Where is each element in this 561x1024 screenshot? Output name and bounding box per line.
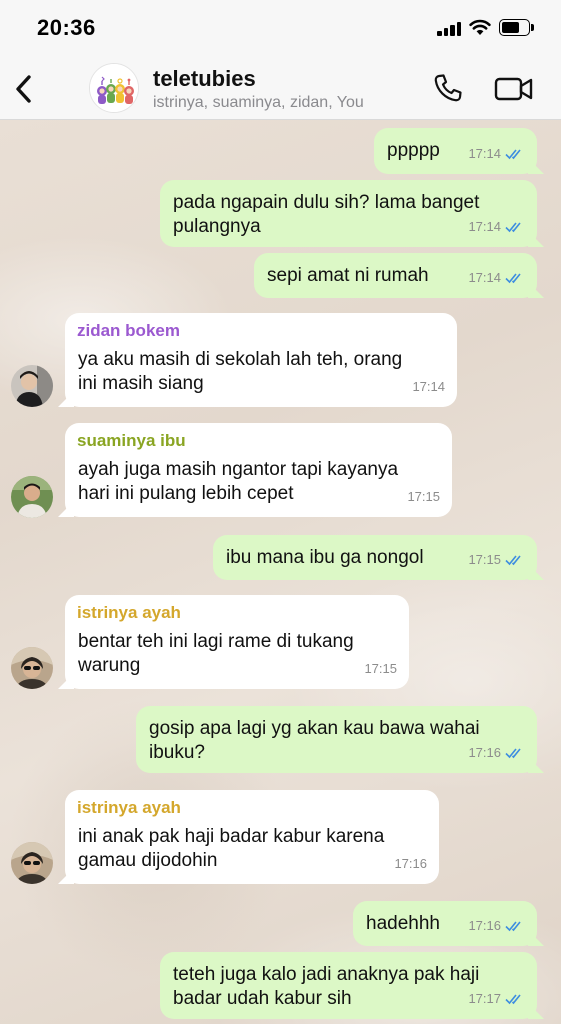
message-time: 17:16	[468, 745, 501, 760]
message-bubble-incoming[interactable]: istrinya ayah bentar teh ini lagi rame d…	[65, 595, 409, 689]
sender-name: istrinya ayah	[77, 603, 181, 622]
message-meta: 17:14	[412, 375, 445, 399]
avatar-suaminya[interactable]	[11, 476, 53, 518]
message-text: ya aku masih di sekolah lah teh, orang i…	[78, 349, 403, 394]
message-meta: 17:17	[468, 987, 525, 1011]
message-time: 17:15	[468, 552, 501, 567]
message-bubble-outgoing[interactable]: teteh juga kalo jadi anaknya pak haji ba…	[160, 952, 537, 1019]
message-meta: 17:14	[468, 215, 525, 239]
message-text: ayah juga masih ngantor tapi kayanya har…	[78, 459, 399, 504]
message-meta: 17:15	[407, 485, 440, 509]
sender-name: istrinya ayah	[77, 798, 181, 817]
status-time: 20:36	[37, 15, 96, 40]
message-bubble-incoming[interactable]: zidan bokem ya aku masih di sekolah lah …	[65, 313, 457, 407]
message-meta: 17:15	[468, 548, 525, 572]
message-meta: 17:14	[468, 142, 525, 166]
read-double-tick-icon	[505, 748, 521, 759]
avatar-zidan[interactable]	[11, 365, 53, 407]
message-time: 17:14	[468, 146, 501, 161]
message-meta: 17:16	[394, 852, 427, 876]
message-time: 17:14	[412, 379, 445, 394]
read-double-tick-icon	[505, 555, 521, 566]
message-text: ppppp	[387, 140, 440, 161]
read-double-tick-icon	[505, 149, 521, 160]
read-double-tick-icon	[505, 222, 521, 233]
message-time: 17:16	[394, 856, 427, 871]
message-text: ini anak pak haji badar kabur karena gam…	[78, 826, 385, 871]
message-text: sepi amat ni rumah	[267, 265, 429, 286]
read-double-tick-icon	[505, 921, 521, 932]
avatar-istrinya[interactable]	[11, 842, 53, 884]
signal-icon	[437, 22, 463, 36]
back-chevron-icon[interactable]	[10, 72, 38, 106]
message-bubble-outgoing[interactable]: hadehhh 17:16	[353, 901, 537, 946]
message-bubble-outgoing[interactable]: ibu mana ibu ga nongol 17:15	[213, 535, 537, 580]
message-time: 17:14	[468, 270, 501, 285]
message-bubble-incoming[interactable]: suaminya ibu ayah juga masih ngantor tap…	[65, 423, 452, 517]
message-time: 17:16	[468, 918, 501, 933]
teletubbies-avatar-image	[90, 64, 138, 112]
battery-icon	[499, 19, 535, 37]
message-bubble-outgoing[interactable]: sepi amat ni rumah 17:14	[254, 253, 537, 298]
video-call-icon[interactable]	[494, 75, 534, 103]
read-double-tick-icon	[505, 994, 521, 1005]
chat-title[interactable]: teletubies	[153, 66, 256, 92]
message-meta: 17:14	[468, 266, 525, 290]
message-text: gosip apa lagi yg akan kau bawa wahai ib…	[149, 718, 480, 763]
chat-header: teletubies istrinya, suaminya, zidan, Yo…	[0, 58, 561, 120]
message-bubble-outgoing[interactable]: pada ngapain dulu sih? lama banget pulan…	[160, 180, 537, 247]
chat-members-subtitle[interactable]: istrinya, suaminya, zidan, You	[153, 94, 364, 112]
message-bubble-outgoing[interactable]: gosip apa lagi yg akan kau bawa wahai ib…	[136, 706, 537, 773]
read-double-tick-icon	[505, 273, 521, 284]
message-time: 17:14	[468, 219, 501, 234]
message-text: pada ngapain dulu sih? lama banget pulan…	[173, 192, 480, 237]
sender-name: zidan bokem	[77, 321, 180, 340]
status-bar: 20:36	[0, 0, 561, 58]
message-time: 17:15	[364, 661, 397, 676]
message-text: hadehhh	[366, 913, 440, 934]
message-time: 17:17	[468, 991, 501, 1006]
message-text: teteh juga kalo jadi anaknya pak haji ba…	[173, 964, 480, 1009]
message-text: ibu mana ibu ga nongol	[226, 547, 424, 568]
group-avatar[interactable]	[89, 63, 139, 113]
message-bubble-outgoing[interactable]: ppppp 17:14	[374, 128, 537, 174]
message-meta: 17:16	[468, 914, 525, 938]
message-bubble-incoming[interactable]: istrinya ayah ini anak pak haji badar ka…	[65, 790, 439, 884]
phone-call-icon[interactable]	[432, 72, 464, 104]
sender-name: suaminya ibu	[77, 431, 186, 450]
avatar-istrinya[interactable]	[11, 647, 53, 689]
message-meta: 17:15	[364, 657, 397, 681]
wifi-icon	[469, 19, 491, 35]
message-text: bentar teh ini lagi rame di tukang warun…	[78, 631, 354, 676]
message-meta: 17:16	[468, 741, 525, 765]
message-time: 17:15	[407, 489, 440, 504]
